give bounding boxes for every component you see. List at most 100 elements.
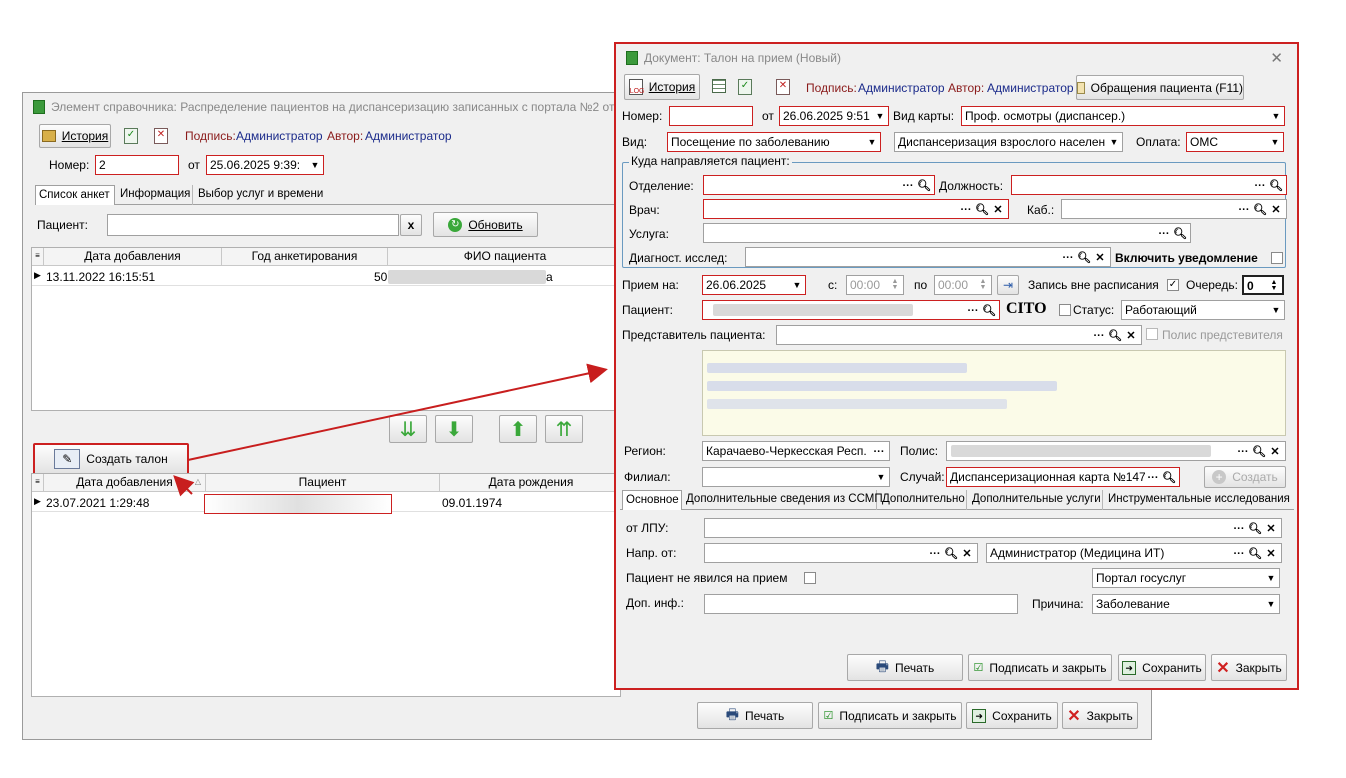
tab-instrumental[interactable]: Инструментальные исследования [1105, 490, 1290, 510]
tab-main[interactable]: Основное [622, 490, 682, 510]
doctor-field[interactable]: ··· 🔍︎ ✕ [703, 199, 1009, 219]
clear-icon[interactable]: ✕ [959, 546, 975, 562]
case-field[interactable]: Диспансеризационная карта №14751 ··· 🔍︎ [946, 467, 1180, 487]
front-sign-close-button[interactable]: ☑ Подписать и закрыть [968, 654, 1112, 681]
extra-info-field[interactable] [704, 594, 1018, 614]
outside-schedule-checkbox[interactable]: ✓ [1167, 279, 1179, 291]
search-icon[interactable]: 🔍︎ [943, 546, 959, 562]
search-icon[interactable]: 🔍︎ [1076, 250, 1092, 266]
clear-icon[interactable]: ✕ [1268, 202, 1284, 218]
front-author-value[interactable]: Администратор [987, 81, 1074, 95]
diag-field[interactable]: ··· 🔍︎ ✕ [745, 247, 1111, 267]
ellipsis-icon[interactable]: ··· [958, 202, 974, 218]
spinner-icon[interactable]: ▲ ▼ [977, 278, 989, 291]
service-field[interactable]: ··· 🔍︎ [703, 223, 1191, 243]
ellipsis-icon[interactable]: ··· [1236, 202, 1252, 218]
spinner-icon[interactable]: ▲ ▼ [889, 278, 901, 291]
rep-policy-checkbox[interactable] [1146, 328, 1158, 340]
clear-icon[interactable]: ✕ [990, 202, 1006, 218]
tab-ssmp[interactable]: Дополнительные сведения из ССМП [683, 490, 883, 510]
ellipsis-icon[interactable]: ··· [1252, 178, 1268, 194]
front-date-field[interactable]: 26.06.2025 9:51 ▼ [779, 106, 889, 126]
ellipsis-icon[interactable]: ··· [965, 303, 981, 319]
ellipsis-icon[interactable]: ··· [1091, 328, 1107, 344]
chevron-down-icon[interactable]: ▼ [875, 471, 887, 483]
delete-doc-icon[interactable]: ✕ [776, 79, 790, 95]
search-icon[interactable]: 🔍︎ [1247, 521, 1263, 537]
from-lpu-field[interactable]: ··· 🔍︎ ✕ [704, 518, 1282, 538]
policy-field[interactable]: ··· 🔍︎ ✕ [946, 441, 1286, 461]
chevron-down-icon[interactable]: ▼ [1270, 110, 1282, 122]
clear-icon[interactable]: ✕ [1263, 546, 1279, 562]
clear-icon[interactable]: ✕ [1123, 328, 1139, 344]
chevron-down-icon[interactable]: ▼ [1269, 136, 1281, 148]
ellipsis-icon[interactable]: ··· [1156, 226, 1172, 242]
chevron-down-icon[interactable]: ▼ [1270, 304, 1282, 316]
search-icon[interactable]: 🔍︎ [1107, 328, 1123, 344]
search-icon[interactable]: 🔍︎ [1161, 470, 1177, 486]
tab-additional-services[interactable]: Дополнительные услуги [969, 490, 1103, 510]
create-case-button[interactable]: + Создать [1204, 466, 1286, 488]
search-icon[interactable]: 🔍︎ [1252, 202, 1268, 218]
chevron-down-icon[interactable]: ▼ [1265, 572, 1277, 584]
window-close-icon[interactable]: ✕ [1270, 49, 1283, 67]
cab-field[interactable]: ··· 🔍︎ ✕ [1061, 199, 1287, 219]
region-field[interactable]: Карачаево-Черкесская Респ. ··· [702, 441, 890, 461]
chevron-down-icon[interactable]: ▼ [866, 136, 878, 148]
ellipsis-icon[interactable]: ··· [927, 546, 943, 562]
clear-icon[interactable]: ✕ [1092, 250, 1108, 266]
pay-select[interactable]: ОМС ▼ [1186, 132, 1284, 152]
edit-doc-icon[interactable]: ✓ [738, 79, 752, 95]
source-select[interactable]: Портал госуслуг ▼ [1092, 568, 1280, 588]
chevron-down-icon[interactable]: ▼ [791, 279, 803, 291]
search-icon[interactable]: 🔍︎ [974, 202, 990, 218]
tab-additional[interactable]: Дополнительно [879, 490, 967, 510]
notify-checkbox[interactable] [1271, 252, 1283, 264]
chevron-down-icon[interactable]: ▼ [1108, 136, 1120, 148]
noshow-checkbox[interactable] [804, 572, 816, 584]
front-close-button[interactable]: ✕ Закрыть [1211, 654, 1287, 681]
ellipsis-icon[interactable]: ··· [1231, 546, 1247, 562]
patient-appeals-button[interactable]: Обращения пациента (F11) [1076, 75, 1244, 100]
status-select[interactable]: Работающий ▼ [1121, 300, 1285, 320]
reason-select[interactable]: Заболевание ▼ [1092, 594, 1280, 614]
vid-select[interactable]: Посещение по заболеванию ▼ [667, 132, 881, 152]
front-print-button[interactable]: 🖶 Печать [847, 654, 963, 681]
ellipsis-icon[interactable]: ··· [1231, 521, 1247, 537]
search-icon[interactable]: 🔍︎ [1172, 226, 1188, 242]
queue-field[interactable]: 0 ▲ ▼ [1242, 275, 1284, 295]
front-number-field[interactable] [669, 106, 753, 126]
chevron-down-icon[interactable]: ▼ [1265, 598, 1277, 610]
clear-icon[interactable]: ✕ [1263, 521, 1279, 537]
ellipsis-icon[interactable]: ··· [900, 178, 916, 194]
spinner-icon[interactable]: ▲ ▼ [1268, 279, 1280, 292]
search-icon[interactable]: 🔍︎ [916, 178, 932, 194]
dept-field[interactable]: ··· 🔍︎ [703, 175, 935, 195]
ellipsis-icon[interactable]: ··· [1145, 470, 1161, 486]
napr-field[interactable]: ··· 🔍︎ ✕ [704, 543, 978, 563]
front-history-button[interactable]: LOG История [624, 74, 700, 100]
front-save-button[interactable]: ➜ Сохранить [1118, 654, 1206, 681]
search-icon[interactable]: 🔍︎ [1268, 178, 1284, 194]
chevron-down-icon[interactable]: ▼ [874, 110, 886, 122]
search-icon[interactable]: 🔍︎ [1251, 444, 1267, 460]
time-to-field[interactable]: 00:00 ▲ ▼ [934, 275, 992, 295]
schedule-apply-button[interactable]: ⇥ [997, 275, 1019, 295]
napr-doctor-field[interactable]: Администратор (Медицина ИТ) ··· 🔍︎ ✕ [986, 543, 1282, 563]
search-icon[interactable]: 🔍︎ [981, 303, 997, 319]
branch-select[interactable]: ▼ [702, 467, 890, 487]
card-type-select[interactable]: Проф. осмотры (диспансер.) ▼ [961, 106, 1285, 126]
cito-checkbox[interactable] [1059, 304, 1071, 316]
rep-field[interactable]: ··· 🔍︎ ✕ [776, 325, 1142, 345]
pos-field[interactable]: ··· 🔍︎ [1011, 175, 1287, 195]
ellipsis-icon[interactable]: ··· [871, 444, 887, 460]
disp-type-select[interactable]: Диспансеризация взрослого населен ▼ [894, 132, 1123, 152]
search-icon[interactable]: 🔍︎ [1247, 546, 1263, 562]
ellipsis-icon[interactable]: ··· [1060, 250, 1076, 266]
reception-date-field[interactable]: 26.06.2025 ▼ [702, 275, 806, 295]
time-from-field[interactable]: 00:00 ▲ ▼ [846, 275, 904, 295]
front-sign-value[interactable]: Администратор [858, 81, 945, 95]
clear-icon[interactable]: ✕ [1267, 444, 1283, 460]
patient-field[interactable]: ··· 🔍︎ [702, 300, 1000, 320]
table-icon[interactable] [712, 79, 726, 93]
